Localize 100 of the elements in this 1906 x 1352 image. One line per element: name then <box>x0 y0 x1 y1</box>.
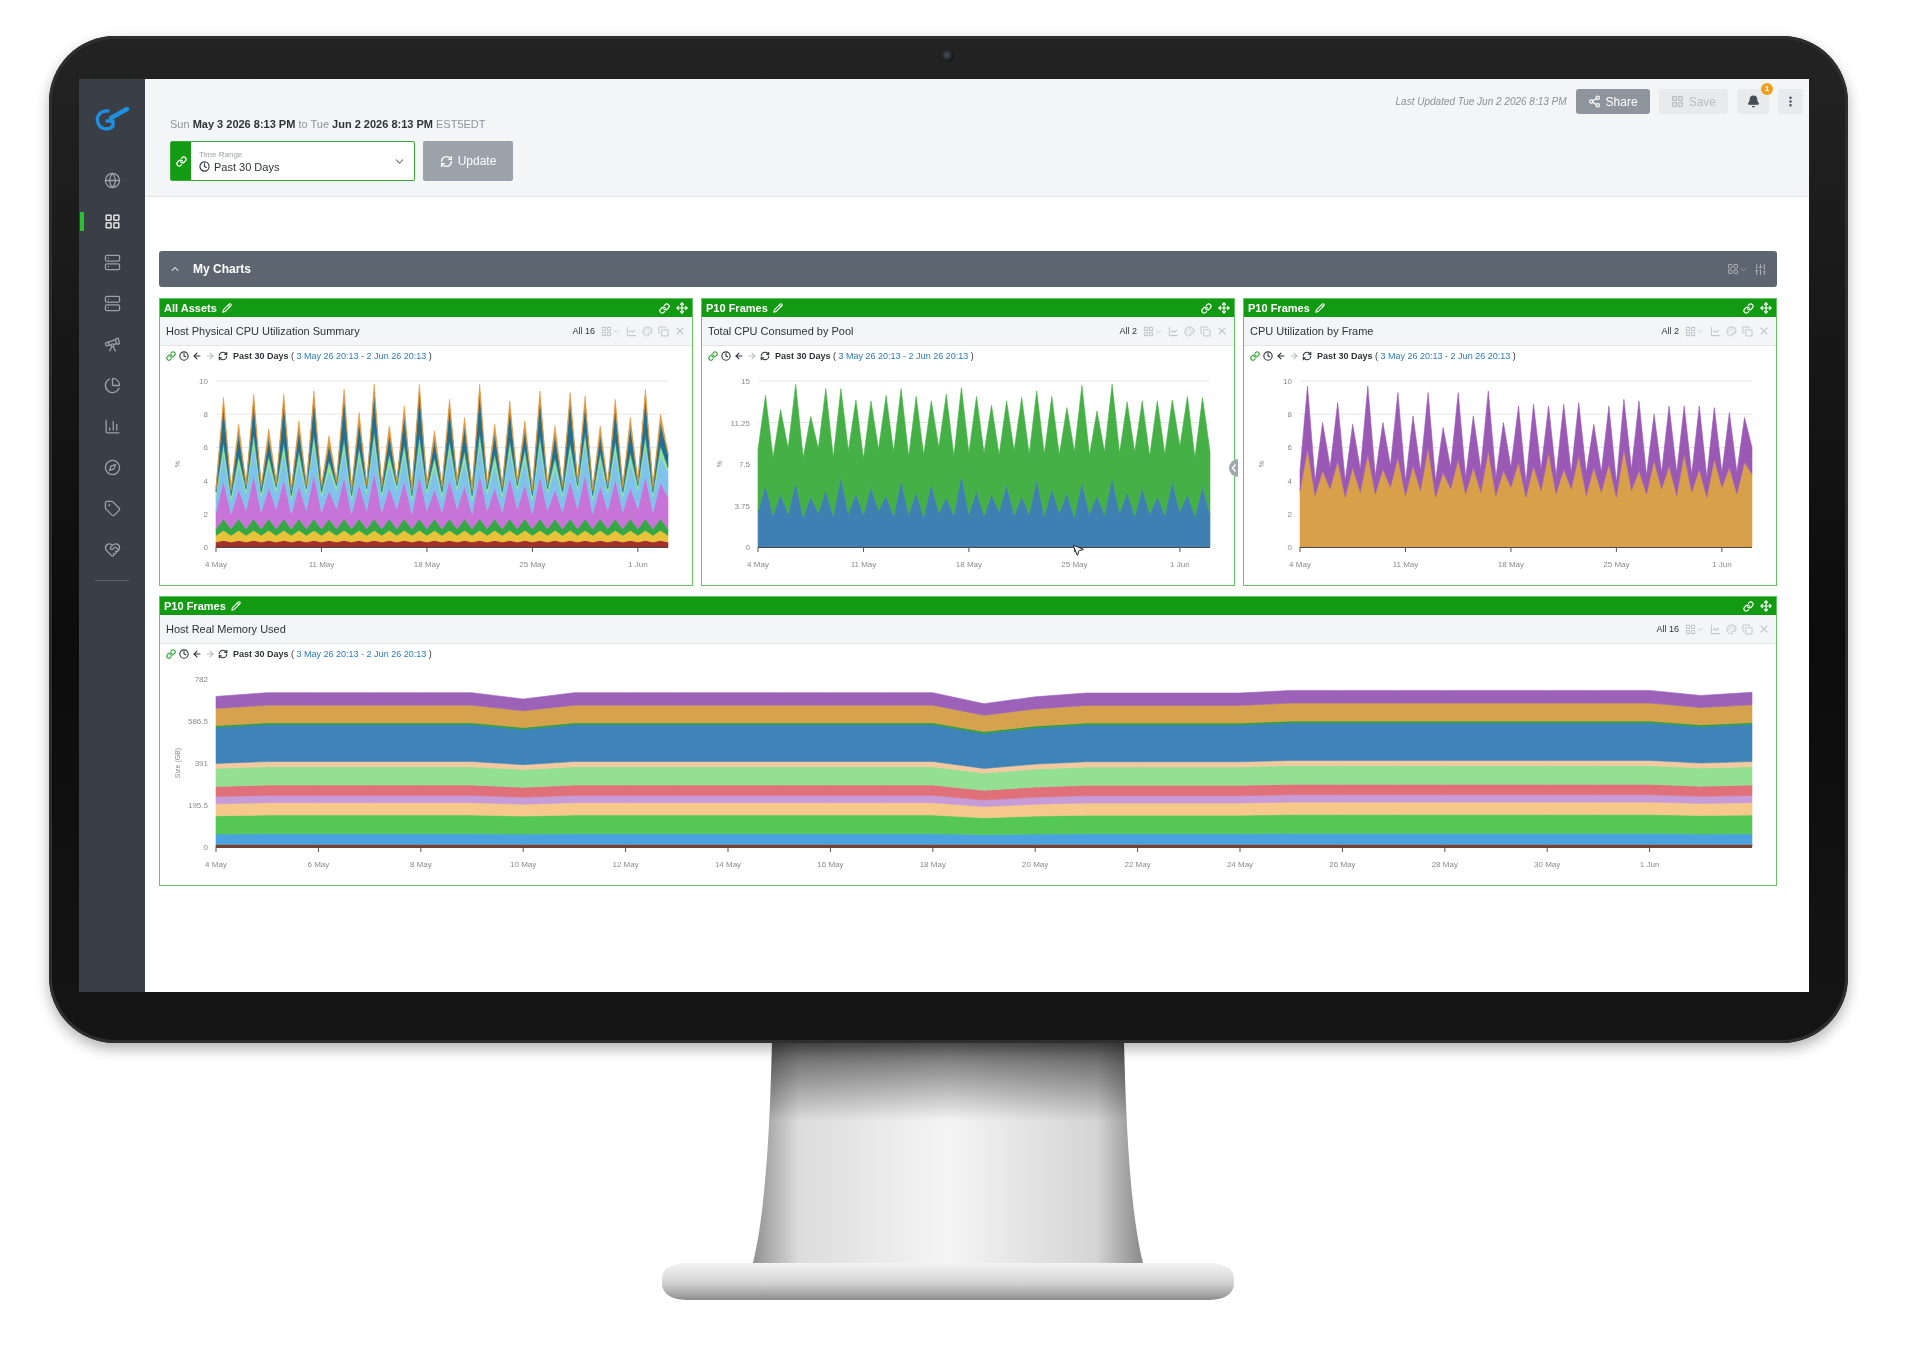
axis-tick-label: 18 May <box>413 560 441 569</box>
axis-tick-label: 10 <box>1283 377 1292 386</box>
copy-icon[interactable] <box>658 325 669 337</box>
grid-icon <box>103 213 121 230</box>
close-icon[interactable] <box>1758 623 1770 635</box>
webcam-icon <box>942 50 954 62</box>
refresh-icon[interactable] <box>1302 351 1312 361</box>
refresh-icon[interactable] <box>760 351 770 361</box>
pencil-icon[interactable] <box>1314 303 1325 313</box>
date-range-link[interactable]: 3 May 26 20:13 - 2 Jun 26 20:13 <box>296 649 427 659</box>
axis-tick-label: 11 May <box>1392 560 1419 569</box>
axis-tick-label: 25 May <box>1061 560 1088 569</box>
chart-title: CPU Utilization by Frame <box>1250 325 1375 337</box>
date-range-link[interactable]: 3 May 26 20:13 - 2 Jun 26 20:13 <box>1380 351 1511 361</box>
close-icon[interactable] <box>674 325 686 337</box>
telescope-icon <box>103 336 121 353</box>
back-arrow-icon[interactable] <box>734 351 744 361</box>
link-icon[interactable] <box>1201 302 1212 314</box>
grid-icon[interactable] <box>1685 623 1696 635</box>
pencil-icon[interactable] <box>230 601 241 611</box>
axis-tick-label: 391 <box>194 759 208 768</box>
clock-icon[interactable] <box>179 351 189 361</box>
date-range-text: Sun May 3 2026 8:13 PM to Tue Jun 2 2026 8:13 PM EST5EDT <box>170 117 487 131</box>
refresh-icon[interactable] <box>218 351 228 361</box>
move-icon[interactable] <box>1760 600 1772 612</box>
copy-icon[interactable] <box>1742 325 1753 337</box>
grid-icon[interactable] <box>1685 325 1696 337</box>
axis-tick-label: 25 May <box>519 560 546 569</box>
link-icon[interactable] <box>1743 302 1754 314</box>
axis-tick-label: 0 <box>1287 543 1292 552</box>
move-icon[interactable] <box>1218 302 1230 314</box>
axis-tick-label: 14 May <box>714 860 742 869</box>
pencil-icon[interactable] <box>772 303 783 313</box>
axis-tick-label: 1 Jun <box>1170 560 1190 569</box>
filter-label: All 2 <box>1661 326 1679 336</box>
panel-group-title: P10 Frames <box>164 600 226 612</box>
axis-tick-label: 586.5 <box>187 717 208 726</box>
axis-tick-label: 4 <box>1287 476 1292 486</box>
update-button[interactable]: Update <box>423 141 513 181</box>
line-chart-icon[interactable] <box>626 325 637 337</box>
back-arrow-icon[interactable] <box>1276 351 1286 361</box>
back-arrow-icon[interactable] <box>192 351 202 361</box>
date-range-link[interactable]: 3 May 26 20:13 - 2 Jun 26 20:13 <box>296 351 427 361</box>
axis-tick-label: 16 May <box>817 860 844 869</box>
axis-tick-label: 28 May <box>1431 860 1458 869</box>
palette-icon[interactable] <box>642 325 653 337</box>
grid-icon[interactable] <box>601 325 612 337</box>
date-range-summary: Past 30 Days ( 3 May 26 20:13 - 2 Jun 26 20:13 ) <box>775 351 974 361</box>
palette-icon[interactable] <box>1726 623 1737 635</box>
notification-badge: 1 <box>1761 83 1773 95</box>
axis-tick-label: 24 May <box>1226 860 1254 869</box>
grid-icon[interactable] <box>1143 325 1154 337</box>
share-button[interactable]: Share <box>1575 89 1650 114</box>
bell-icon <box>1746 95 1760 108</box>
panel-group-title: P10 Frames <box>1248 302 1310 314</box>
axis-tick-label: 26 May <box>1329 860 1356 869</box>
grid-icon <box>1670 95 1684 108</box>
line-chart-icon[interactable] <box>1710 623 1721 635</box>
palette-icon[interactable] <box>1726 325 1737 337</box>
section-title: My Charts <box>193 262 252 276</box>
axis-tick-label: 1 Jun <box>628 560 648 569</box>
axis-tick-label: 195.5 <box>187 801 208 810</box>
axis-tick-label: 1 Jun <box>1639 860 1660 869</box>
logo-icon <box>94 106 130 133</box>
move-icon[interactable] <box>676 302 688 314</box>
line-chart-icon[interactable] <box>1168 325 1179 337</box>
sliders-icon[interactable] <box>1754 262 1767 276</box>
axis-tick-label: 7.5 <box>738 460 750 469</box>
copy-icon[interactable] <box>1200 325 1211 337</box>
link-icon[interactable] <box>659 302 670 314</box>
close-icon[interactable] <box>1758 325 1770 337</box>
chart-title: Total CPU Consumed by Pool <box>708 325 855 337</box>
date-range-link[interactable]: 3 May 26 20:13 - 2 Jun 26 20:13 <box>838 351 969 361</box>
last-updated-text: Last Updated Tue Jun 2 2026 8:13 PM <box>1395 96 1567 107</box>
copy-icon[interactable] <box>1742 623 1753 635</box>
axis-tick-label: 11.25 <box>730 418 750 428</box>
back-arrow-icon[interactable] <box>192 649 202 659</box>
link-icon <box>175 155 187 167</box>
move-icon[interactable] <box>1760 302 1772 314</box>
filter-label: All 2 <box>1119 326 1137 336</box>
clock-icon[interactable] <box>1263 351 1273 361</box>
axis-tick-label: 12 May <box>612 860 639 869</box>
refresh-icon[interactable] <box>218 649 228 659</box>
close-icon[interactable] <box>1216 325 1228 337</box>
link-icon[interactable] <box>1743 600 1754 612</box>
collapse-handle-icon[interactable] <box>1229 459 1238 477</box>
palette-icon[interactable] <box>1184 325 1195 337</box>
line-chart-icon[interactable] <box>1710 325 1721 337</box>
clock-icon[interactable] <box>179 649 189 659</box>
axis-tick-label: 18 May <box>955 560 983 569</box>
grid-icon[interactable] <box>1727 263 1739 275</box>
pencil-icon[interactable] <box>221 303 232 313</box>
time-range-select[interactable]: Time Range Past 30 Days <box>170 141 415 181</box>
clock-icon[interactable] <box>721 351 731 361</box>
axis-tick-label: 0 <box>203 543 208 552</box>
axis-tick-label: 8 May <box>409 860 432 869</box>
chart-title: Host Physical CPU Utilization Summary <box>166 325 361 337</box>
axis-tick-label: 4 <box>203 476 208 486</box>
more-button[interactable] <box>1778 89 1803 114</box>
pie-chart-icon <box>103 377 121 394</box>
